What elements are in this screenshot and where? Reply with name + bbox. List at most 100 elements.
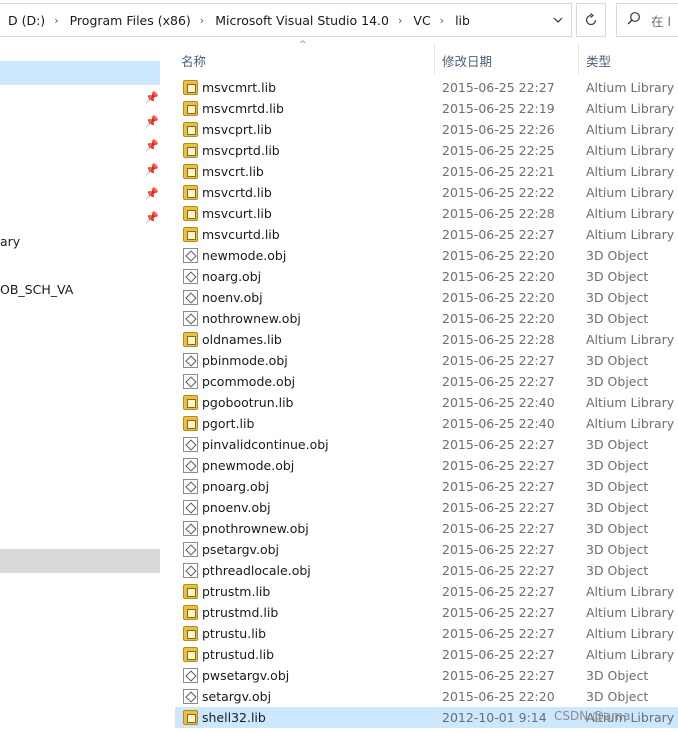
breadcrumb-vc[interactable]: VC — [405, 13, 436, 28]
file-row[interactable]: msvcprtd.lib 2015-06-25 22:25 Altium Libra… — [175, 140, 678, 161]
file-date: 2015-06-25 22:22 — [442, 185, 555, 200]
chevron-down-icon[interactable] — [545, 4, 571, 36]
column-header-type[interactable]: 类型 — [586, 42, 611, 78]
breadcrumb-drive[interactable]: D (D:) — [0, 13, 51, 28]
file-row[interactable]: msvcurtd.lib 2015-06-25 22:27 Altium Libra… — [175, 224, 678, 245]
file-row[interactable]: msvcmrtd.lib 2015-06-25 22:19 Altium Libra… — [175, 98, 678, 119]
breadcrumb-lib[interactable]: lib — [447, 13, 476, 28]
file-row[interactable]: ptrustmd.lib 2015-06-25 22:27 Altium Libra… — [175, 602, 678, 623]
chevron-right-icon[interactable]: › — [437, 14, 447, 27]
file-row[interactable]: pnothrownew.obj 2015-06-25 22:27 3D Object — [175, 518, 678, 539]
file-date: 2015-06-25 22:28 — [442, 332, 555, 347]
file-date: 2015-06-25 22:27 — [442, 227, 555, 242]
file-date: 2015-06-25 22:28 — [442, 206, 555, 221]
chevron-right-icon[interactable]: › — [395, 14, 405, 27]
search-box[interactable]: 在 l — [616, 3, 678, 37]
chevron-right-icon[interactable]: › — [197, 14, 207, 27]
file-row[interactable]: msvcmrt.lib 2015-06-25 22:27 Altium Librar… — [175, 77, 678, 98]
file-row[interactable]: setargv.obj 2015-06-25 22:20 3D Object — [175, 686, 678, 707]
column-header-name[interactable]: 名称 — [181, 42, 206, 78]
file-row[interactable]: pnoenv.obj 2015-06-25 22:27 3D Object — [175, 497, 678, 518]
refresh-icon[interactable] — [576, 3, 606, 37]
file-type: Altium Library — [586, 143, 675, 158]
chevron-right-icon[interactable]: › — [51, 14, 61, 27]
file-row[interactable]: oldnames.lib 2015-06-25 22:28 Altium Libra… — [175, 329, 678, 350]
file-date: 2015-06-25 22:20 — [442, 689, 555, 704]
file-date: 2015-06-25 22:27 — [442, 479, 555, 494]
lib-file-icon — [183, 416, 198, 431]
file-type: 3D Object — [586, 269, 649, 284]
file-name: ptrustud.lib — [202, 647, 275, 662]
file-row[interactable]: ptrustm.lib 2015-06-25 22:27 Altium Librar… — [175, 581, 678, 602]
obj-file-icon — [183, 248, 198, 263]
obj-file-icon — [183, 563, 198, 578]
pin-icon[interactable]: 📌 — [145, 116, 159, 128]
lib-file-icon — [183, 206, 198, 221]
breadcrumb-visual-studio[interactable]: Microsoft Visual Studio 14.0 — [207, 13, 395, 28]
file-row[interactable]: pgobootrun.lib 2015-06-25 22:40 Altium Lib… — [175, 392, 678, 413]
lib-file-icon — [183, 626, 198, 641]
breadcrumb-program-files[interactable]: Program Files (x86) — [62, 13, 197, 28]
file-row[interactable]: newmode.obj 2015-06-25 22:20 3D Object — [175, 245, 678, 266]
obj-file-icon — [183, 311, 198, 326]
file-type: Altium Library — [586, 416, 675, 431]
file-row[interactable]: pnoarg.obj 2015-06-25 22:27 3D Object — [175, 476, 678, 497]
pin-icon[interactable]: 📌 — [145, 212, 159, 224]
file-name: pnewmode.obj — [202, 458, 295, 473]
file-row[interactable]: pbinmode.obj 2015-06-25 22:27 3D Object — [175, 350, 678, 371]
address-bar[interactable]: D (D:) › Program Files (x86) › Microsoft… — [0, 3, 572, 37]
obj-file-icon — [183, 521, 198, 536]
obj-file-icon — [183, 353, 198, 368]
file-type: Altium Library — [586, 605, 675, 620]
obj-file-icon — [183, 458, 198, 473]
column-header-date[interactable]: 修改日期 — [442, 42, 492, 78]
file-row[interactable]: pinvalidcontinue.obj 2015-06-25 22:27 3D O… — [175, 434, 678, 455]
obj-file-icon — [183, 290, 198, 305]
file-name: pnoarg.obj — [202, 479, 270, 494]
obj-file-icon — [183, 668, 198, 683]
column-divider[interactable] — [434, 44, 435, 74]
file-row[interactable]: msvcrtd.lib 2015-06-25 22:22 Altium Librar… — [175, 182, 678, 203]
nav-hover-item[interactable] — [0, 549, 160, 573]
navigation-pane: 📌 📌 📌 📌 📌 📌 ary OB_SCH_VA — [0, 42, 160, 732]
file-row[interactable]: pcommode.obj 2015-06-25 22:27 3D Object — [175, 371, 678, 392]
pin-icon[interactable]: 📌 — [145, 188, 159, 200]
nav-item-partial[interactable]: OB_SCH_VA — [0, 282, 73, 297]
file-row[interactable]: ptrustu.lib 2015-06-25 22:27 Altium Librar… — [175, 623, 678, 644]
file-row[interactable]: msvcrt.lib 2015-06-25 22:21 Altium Library — [175, 161, 678, 182]
lib-file-icon — [183, 227, 198, 242]
file-type: Altium Library — [586, 332, 675, 347]
file-name: msvcprt.lib — [202, 122, 272, 137]
pin-icon[interactable]: 📌 — [145, 140, 159, 152]
search-icon — [627, 11, 641, 29]
file-type: 3D Object — [586, 563, 649, 578]
file-row[interactable]: psetargv.obj 2015-06-25 22:27 3D Object — [175, 539, 678, 560]
pin-icon[interactable]: 📌 — [145, 164, 159, 176]
file-row[interactable]: noenv.obj 2015-06-25 22:20 3D Object — [175, 287, 678, 308]
search-placeholder: 在 l — [651, 13, 671, 29]
file-name: msvcrt.lib — [202, 164, 264, 179]
file-row[interactable]: pwsetargv.obj 2015-06-25 22:27 3D Object — [175, 665, 678, 686]
file-type: Altium Library — [586, 626, 675, 641]
file-row[interactable]: msvcurt.lib 2015-06-25 22:28 Altium Librar… — [175, 203, 678, 224]
file-row[interactable]: noarg.obj 2015-06-25 22:20 3D Object — [175, 266, 678, 287]
lib-file-icon — [183, 647, 198, 662]
file-date: 2015-06-25 22:40 — [442, 395, 555, 410]
file-row[interactable]: msvcprt.lib 2015-06-25 22:26 Altium Librar… — [175, 119, 678, 140]
file-row[interactable]: pnewmode.obj 2015-06-25 22:27 3D Object — [175, 455, 678, 476]
file-row[interactable]: ptrustud.lib 2015-06-25 22:27 Altium Libra… — [175, 644, 678, 665]
file-date: 2015-06-25 22:27 — [442, 458, 555, 473]
nav-selected-item[interactable] — [0, 61, 160, 85]
lib-file-icon — [183, 122, 198, 137]
file-date: 2015-06-25 22:20 — [442, 248, 555, 263]
file-row[interactable]: nothrownew.obj 2015-06-25 22:20 3D Object — [175, 308, 678, 329]
nav-item-partial[interactable]: ary — [0, 234, 20, 249]
breadcrumb: D (D:) › Program Files (x86) › Microsoft… — [0, 4, 476, 36]
file-name: oldnames.lib — [202, 332, 282, 347]
column-divider[interactable] — [578, 44, 579, 74]
file-row[interactable]: pgort.lib 2015-06-25 22:40 Altium Library — [175, 413, 678, 434]
file-type: Altium Library — [586, 101, 675, 116]
obj-file-icon — [183, 437, 198, 452]
pin-icon[interactable]: 📌 — [145, 92, 159, 104]
file-row[interactable]: pthreadlocale.obj 2015-06-25 22:27 3D Obje… — [175, 560, 678, 581]
